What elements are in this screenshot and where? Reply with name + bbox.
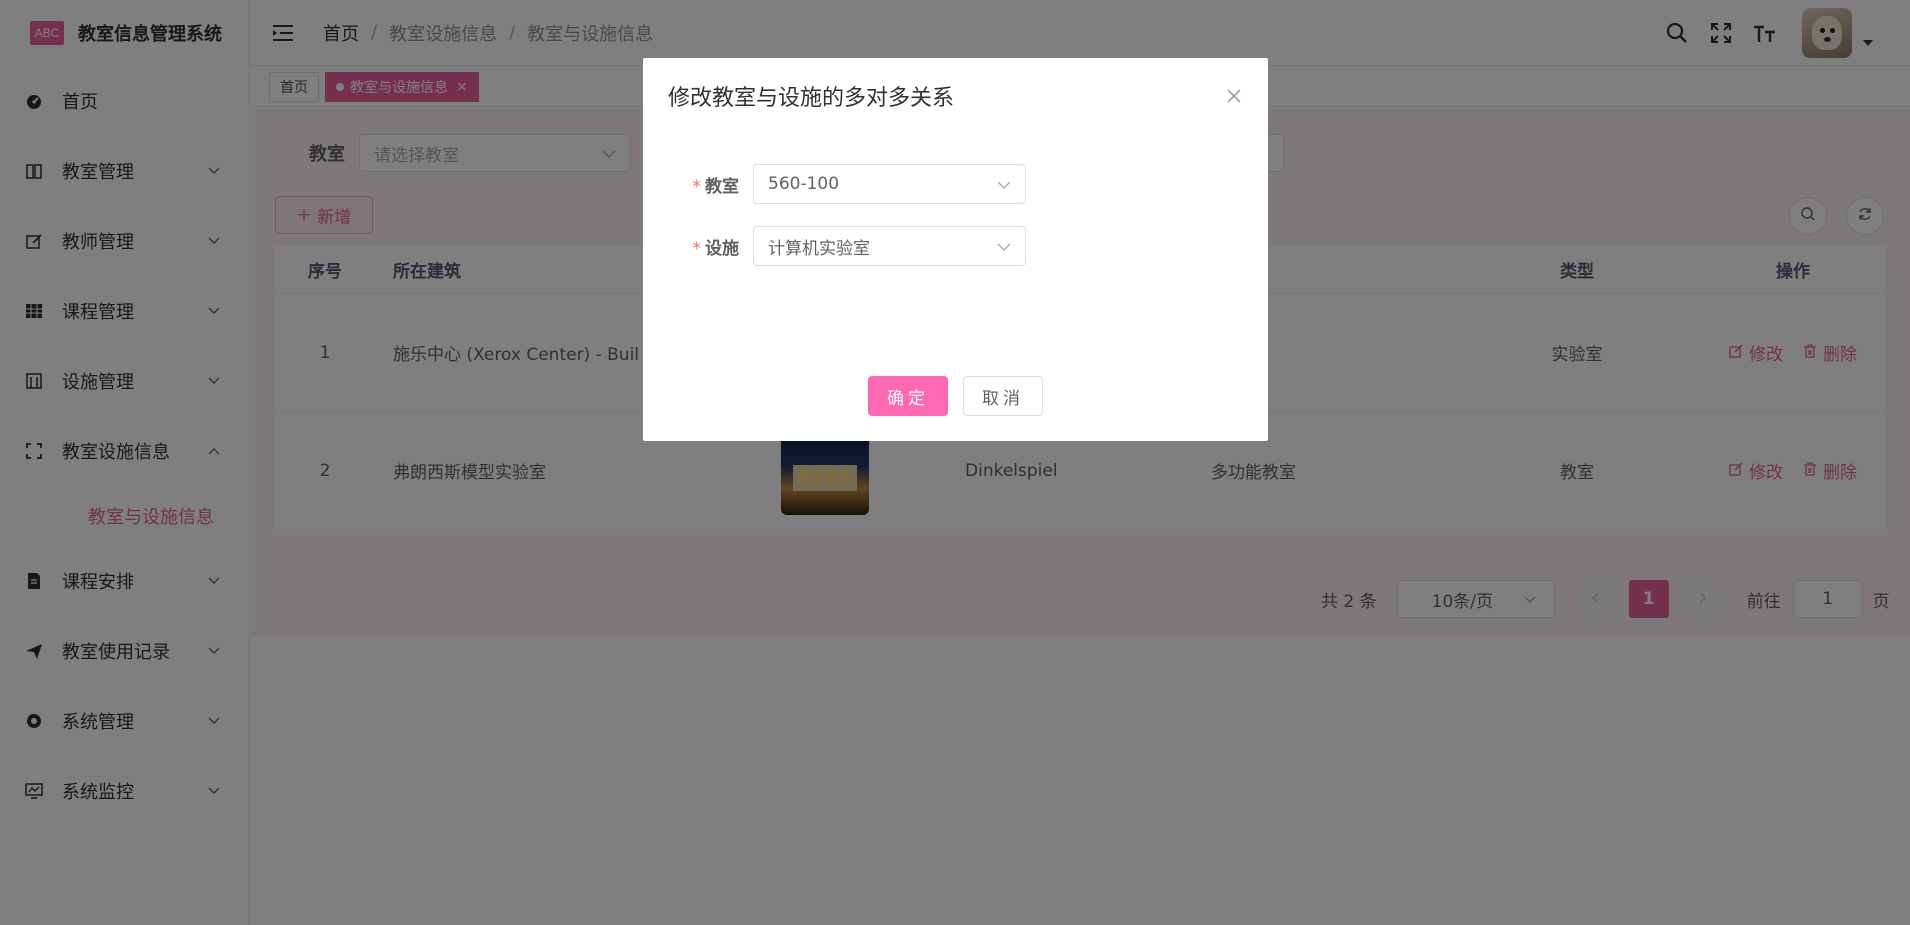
chevron-down-icon xyxy=(997,174,1011,194)
chevron-down-icon xyxy=(997,236,1011,256)
required-mark: * xyxy=(692,238,702,259)
edit-dialog: 修改教室与设施的多对多关系 * 教室 560-100 * 设施 计算机实验室 确定 … xyxy=(643,58,1268,441)
facility-label-text: 设施 xyxy=(705,238,739,259)
facility-label: * 设施 xyxy=(643,234,753,259)
classroom-dialog-select[interactable]: 560-100 xyxy=(753,164,1026,204)
form-row-facility: * 设施 计算机实验室 xyxy=(643,226,1026,266)
cancel-button[interactable]: 取消 xyxy=(963,376,1043,416)
classroom-select-value: 560-100 xyxy=(768,174,840,194)
classroom-label: * 教室 xyxy=(643,172,753,197)
facility-select-value: 计算机实验室 xyxy=(768,238,870,259)
dialog-title: 修改教室与设施的多对多关系 xyxy=(668,86,955,111)
form-row-classroom: * 教室 560-100 xyxy=(643,164,1026,204)
facility-dialog-select[interactable]: 计算机实验室 xyxy=(753,226,1026,266)
close-icon[interactable] xyxy=(1224,86,1244,106)
confirm-button[interactable]: 确定 xyxy=(868,376,948,416)
required-mark: * xyxy=(692,176,702,197)
classroom-label-text: 教室 xyxy=(705,176,739,197)
